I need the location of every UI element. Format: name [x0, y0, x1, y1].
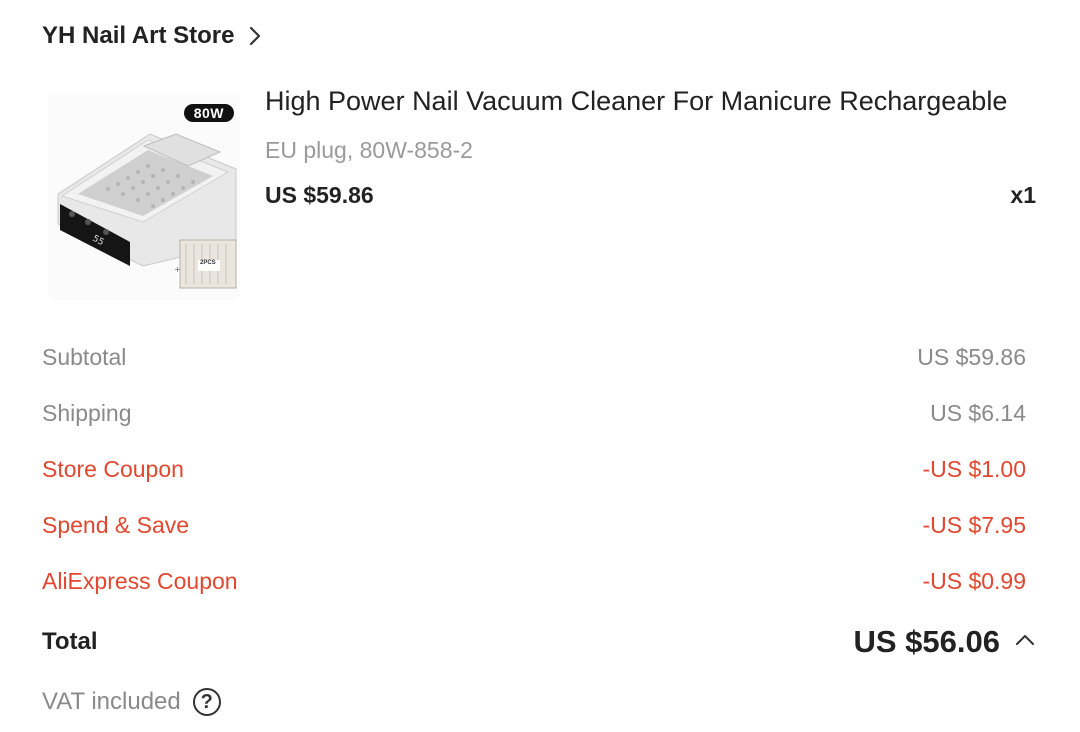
- total-label: Total: [42, 628, 98, 655]
- product-title[interactable]: High Power Nail Vacuum Cleaner For Manic…: [265, 86, 1035, 117]
- summary-row-subtotal: Subtotal US $59.86: [42, 340, 1026, 374]
- svg-text:+: +: [174, 265, 181, 274]
- vat-row: VAT included ?: [42, 684, 221, 720]
- filter-count-label: 2PCS: [200, 260, 216, 266]
- summary-label: Spend & Save: [42, 511, 190, 538]
- summary-row-spend-save: Spend & Save -US $7.95: [42, 508, 1026, 542]
- summary-value: -US $1.00: [922, 455, 1026, 482]
- chevron-right-icon: [248, 24, 264, 48]
- total-row: Total US $56.06: [42, 620, 1036, 664]
- summary-row-store-coupon: Store Coupon -US $1.00: [42, 452, 1026, 486]
- summary-row-aliexpress-coupon: AliExpress Coupon -US $0.99: [42, 564, 1026, 598]
- summary-label: Shipping: [42, 399, 132, 426]
- summary-label: Subtotal: [42, 343, 127, 370]
- summary-value: US $6.14: [930, 399, 1026, 426]
- summary-value: US $59.86: [917, 343, 1026, 370]
- summary-value: -US $7.95: [922, 511, 1026, 538]
- vacuum-cleaner-image: 55 +: [57, 133, 237, 289]
- power-badge: 80W: [183, 104, 234, 122]
- store-header[interactable]: YH Nail Art Store: [42, 18, 264, 54]
- product-quantity: x1: [1010, 182, 1036, 208]
- chevron-up-icon: [1014, 633, 1036, 652]
- total-value: US $56.06: [853, 624, 1001, 659]
- summary-label: Store Coupon: [42, 455, 184, 482]
- product-image[interactable]: 55 + 80W 2PCS: [48, 94, 240, 300]
- vat-label: VAT included: [42, 688, 181, 715]
- product-variant: EU plug, 80W-858-2: [265, 137, 473, 163]
- product-price: US $59.86: [265, 182, 374, 208]
- summary-value: -US $0.99: [922, 567, 1026, 594]
- summary-label: AliExpress Coupon: [42, 567, 238, 594]
- store-name: YH Nail Art Store: [42, 22, 235, 49]
- summary-row-shipping: Shipping US $6.14: [42, 396, 1026, 430]
- total-toggle[interactable]: US $56.06: [854, 624, 1037, 660]
- help-circle-icon[interactable]: ?: [192, 688, 221, 716]
